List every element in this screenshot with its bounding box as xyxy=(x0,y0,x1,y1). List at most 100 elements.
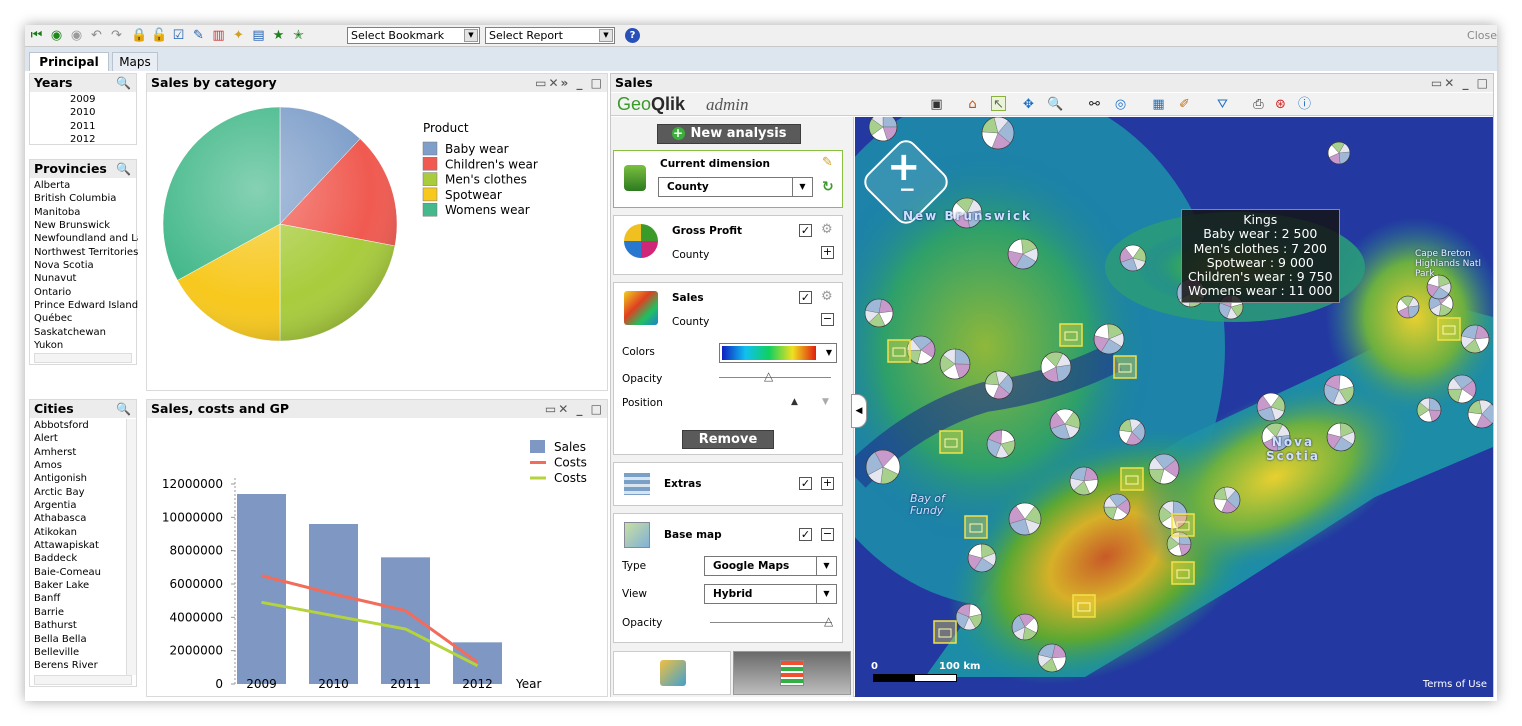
expand-icon[interactable]: + xyxy=(821,246,834,259)
binoculars-icon[interactable]: ⚯ xyxy=(1087,97,1102,112)
poi-marker[interactable] xyxy=(1120,467,1144,491)
check-icon[interactable]: ☑ xyxy=(171,28,186,43)
list-item-city[interactable]: Barrie xyxy=(34,606,126,619)
bar[interactable] xyxy=(381,557,430,684)
chart-icon[interactable]: ▥ xyxy=(211,28,226,43)
list-item-city[interactable]: Bella Bella xyxy=(34,633,126,646)
list-item-city[interactable]: Bathurst xyxy=(34,619,126,632)
list-item-city[interactable]: Athabasca xyxy=(34,512,126,525)
list-item-city[interactable]: Banff xyxy=(34,592,126,605)
help-icon[interactable]: ? xyxy=(625,28,640,43)
collapse-icon[interactable]: − xyxy=(821,313,834,326)
gear-icon[interactable]: ⚙ xyxy=(821,289,833,304)
remove-button[interactable]: Remove xyxy=(682,430,774,449)
window-controls-icon[interactable]: ▭✕ _ □ xyxy=(545,400,604,418)
cities-vscrollbar[interactable] xyxy=(126,419,136,675)
new-analysis-button[interactable]: + New analysis xyxy=(657,124,801,144)
pan-icon[interactable]: ✥ xyxy=(1021,97,1036,112)
sales-checkbox[interactable]: ✓ xyxy=(799,291,812,304)
move-up-icon[interactable]: ▲ xyxy=(791,397,798,407)
list-item-city[interactable]: Arctic Bay xyxy=(34,486,126,499)
provinces-hscrollbar[interactable] xyxy=(34,353,132,363)
map-canvas[interactable]: + − New Brunswick Nova Scotia Bay of Fun… xyxy=(855,117,1493,697)
map-view-select[interactable]: Hybrid ▼ xyxy=(704,584,837,604)
list-item-province[interactable]: Northwest Territories xyxy=(34,246,138,259)
list-item-province[interactable]: Newfoundland and La xyxy=(34,232,138,245)
lifebuoy-icon[interactable]: ⊛ xyxy=(1273,97,1288,112)
poi-marker[interactable] xyxy=(1113,355,1137,379)
first-icon[interactable]: ⏮ xyxy=(29,28,44,43)
zoom-icon[interactable]: 🔍 xyxy=(1047,97,1063,112)
list-item-city[interactable]: Abbotsford xyxy=(34,419,126,432)
star-icon[interactable]: ★ xyxy=(271,28,286,43)
zoom-out-icon[interactable]: − xyxy=(899,179,916,199)
poi-marker[interactable] xyxy=(939,430,963,454)
window-controls-icon[interactable]: ▭✕ _ □ xyxy=(1431,74,1490,92)
list-item-city[interactable]: Baddeck xyxy=(34,552,126,565)
list-item-city[interactable]: Belleville xyxy=(34,646,126,659)
gross-profit-checkbox[interactable]: ✓ xyxy=(799,224,812,237)
refresh-icon[interactable]: ↻ xyxy=(822,179,834,195)
list-item-year[interactable]: 2009 xyxy=(70,93,110,106)
tab-maps[interactable]: Maps xyxy=(112,52,158,71)
report-icon[interactable]: ▤ xyxy=(251,28,266,43)
map-view-tab[interactable] xyxy=(613,651,731,695)
print-icon[interactable]: ⎙ xyxy=(1251,97,1266,112)
select-icon[interactable]: ↖ xyxy=(991,96,1006,112)
terms-of-use-link[interactable]: Terms of Use xyxy=(1423,679,1487,690)
close-link[interactable]: Close xyxy=(1467,29,1497,42)
color-ramp-select[interactable]: ▼ xyxy=(719,343,837,363)
list-item-city[interactable]: Antigonish xyxy=(34,472,126,485)
list-item-city[interactable]: Argentia xyxy=(34,499,126,512)
slider-thumb-icon[interactable]: △ xyxy=(764,369,773,383)
tab-principal[interactable]: Principal xyxy=(29,52,109,71)
back-icon[interactable]: ◉ xyxy=(49,28,64,43)
window-controls-icon[interactable]: ▭✕» _ □ xyxy=(535,74,604,92)
info-icon[interactable]: ⓘ xyxy=(1297,97,1312,112)
list-item-city[interactable]: Amos xyxy=(34,459,126,472)
list-item-city[interactable]: Amherst xyxy=(34,446,126,459)
base-map-opacity-slider[interactable] xyxy=(710,622,832,623)
poi-marker[interactable] xyxy=(933,620,957,644)
paint-icon[interactable]: ✐ xyxy=(1177,97,1192,112)
list-item-city[interactable]: Berens River xyxy=(34,659,126,672)
list-item-city[interactable]: Attawapiskat xyxy=(34,539,126,552)
gear-icon[interactable]: ⚙ xyxy=(821,222,833,237)
list-item-province[interactable]: Nunavut xyxy=(34,272,138,285)
forward-icon[interactable]: ◉ xyxy=(69,28,84,43)
map-type-select[interactable]: Google Maps ▼ xyxy=(704,556,837,576)
pencil-icon[interactable]: ✎ xyxy=(822,155,833,170)
target-icon[interactable]: ◎ xyxy=(1113,97,1128,112)
search-icon[interactable]: 🔍 xyxy=(116,74,133,92)
home-icon[interactable]: ⌂ xyxy=(965,97,980,112)
extras-checkbox[interactable]: ✓ xyxy=(799,477,812,490)
slider-thumb-icon[interactable]: △ xyxy=(824,614,833,628)
list-item-province[interactable]: New Brunswick xyxy=(34,219,138,232)
poi-marker[interactable] xyxy=(887,339,911,363)
list-item-city[interactable]: Baie-Comeau xyxy=(34,566,126,579)
poi-marker[interactable] xyxy=(964,515,988,539)
list-item-city[interactable]: Atikokan xyxy=(34,526,126,539)
poi-marker[interactable] xyxy=(1437,317,1461,341)
new-icon[interactable]: ✦ xyxy=(231,28,246,43)
list-item-province[interactable]: Saskatchewan xyxy=(34,326,138,339)
list-item-province[interactable]: Ontario xyxy=(34,286,138,299)
collapse-panel-handle[interactable]: ◀ xyxy=(851,394,867,428)
list-item-province[interactable]: Nova Scotia xyxy=(34,259,138,272)
bar[interactable] xyxy=(237,494,286,684)
bookmark-select[interactable]: Select Bookmark ▼ xyxy=(347,27,480,44)
sales-opacity-slider[interactable] xyxy=(719,377,831,378)
list-item-province[interactable]: Manitoba xyxy=(34,206,138,219)
cities-hscrollbar[interactable] xyxy=(34,675,132,685)
search-icon[interactable]: 🔍 xyxy=(116,160,133,178)
legend-view-tab[interactable] xyxy=(733,651,851,695)
save-icon[interactable]: ▣ xyxy=(929,97,944,112)
collapse-icon[interactable]: − xyxy=(821,528,834,541)
base-map-checkbox[interactable]: ✓ xyxy=(799,528,812,541)
filter-icon[interactable]: ⛛ xyxy=(1215,97,1230,112)
undo-icon[interactable]: ↶ xyxy=(89,28,104,43)
report-select[interactable]: Select Report ▼ xyxy=(485,27,615,44)
expand-icon[interactable]: + xyxy=(821,477,834,490)
series-line[interactable] xyxy=(261,600,479,668)
rectangle-select-icon[interactable]: ▦ xyxy=(1151,97,1166,112)
